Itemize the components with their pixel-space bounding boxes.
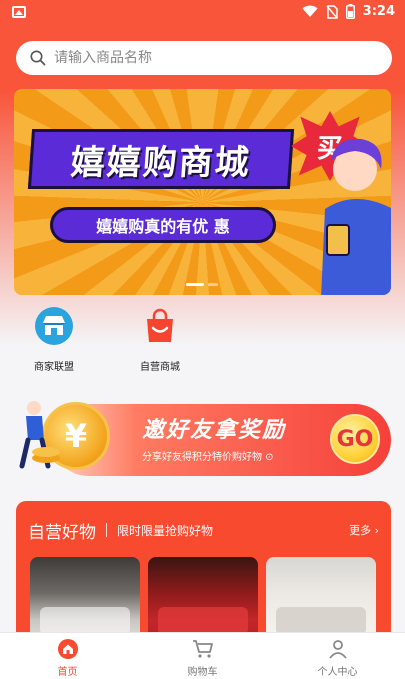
category-merchant-alliance[interactable]: 商家联盟	[24, 306, 84, 373]
product-card-bedding-red[interactable]	[148, 557, 258, 641]
go-label: GO	[336, 426, 374, 452]
section-tagline: 限时限量抢购好物	[117, 523, 214, 538]
section-title: 自营好物	[28, 522, 96, 543]
runner-illustration-icon	[19, 401, 60, 469]
status-time: 3:24	[362, 4, 395, 19]
wifi-icon	[302, 5, 318, 17]
banner-dot	[208, 283, 218, 286]
tab-label: 首页	[57, 667, 78, 678]
battery-icon	[345, 4, 355, 19]
banner-title-box: 嬉嬉购商城	[27, 129, 295, 189]
banner-title: 嬉嬉购商城	[69, 142, 253, 183]
tab-profile[interactable]: 个人中心	[270, 633, 405, 679]
tab-home[interactable]: 首页	[0, 633, 135, 679]
tab-label: 个人中心	[317, 667, 358, 678]
search-input[interactable]	[54, 50, 354, 66]
banner-dot-active	[186, 283, 204, 286]
tab-label: 购物车	[187, 667, 218, 678]
invite-friends-banner[interactable]: ¥ 邀好友拿奖励 分享好友得积分特价购好物 ⊙ GO	[16, 396, 391, 478]
banner-subtitle: 嬉嬉购真的有优 惠	[96, 217, 230, 236]
home-icon	[57, 639, 79, 659]
product-card-bedding-gray[interactable]	[30, 557, 140, 641]
invite-subtitle: 分享好友得积分特价购好物 ⊙	[142, 452, 274, 463]
category-label: 商家联盟	[34, 362, 74, 373]
bottom-tab-bar: 首页 购物车 个人中心	[0, 632, 405, 679]
search-icon	[30, 50, 46, 66]
search-bar[interactable]	[16, 41, 392, 75]
cart-icon	[192, 639, 214, 659]
shopping-bag-icon	[140, 306, 180, 346]
invite-title: 邀好友拿奖励	[142, 418, 287, 443]
banner-subtitle-box: 嬉嬉购真的有优 惠	[50, 207, 276, 243]
user-icon	[327, 639, 349, 659]
no-sim-icon	[326, 4, 338, 19]
product-image	[276, 607, 366, 635]
section-header: 自营好物 限时限量抢购好物 更多 ›	[28, 519, 379, 543]
product-image	[158, 607, 248, 635]
product-card-bedding-cream[interactable]	[266, 557, 376, 641]
header-divider	[106, 523, 107, 537]
category-label: 自营商城	[140, 362, 180, 373]
tab-cart[interactable]: 购物车	[135, 633, 270, 679]
shop-icon	[34, 306, 74, 346]
category-row: 商家联盟 自营商城	[24, 306, 190, 373]
shopper-illustration-icon	[321, 138, 391, 295]
self-operated-section: 自营好物 限时限量抢购好物 更多 ›	[16, 501, 391, 641]
gallery-notification-icon	[12, 6, 26, 18]
more-link[interactable]: 更多 ›	[349, 522, 379, 538]
status-bar: 3:24	[0, 0, 405, 26]
go-button[interactable]: GO	[330, 414, 380, 464]
promo-banner[interactable]: 嬉嬉购商城 买 嬉嬉购真的有优 惠	[14, 89, 391, 295]
product-image	[40, 607, 130, 635]
category-self-operated-mall[interactable]: 自营商城	[130, 306, 190, 373]
product-list	[30, 557, 376, 641]
banner-pagination	[186, 283, 218, 286]
